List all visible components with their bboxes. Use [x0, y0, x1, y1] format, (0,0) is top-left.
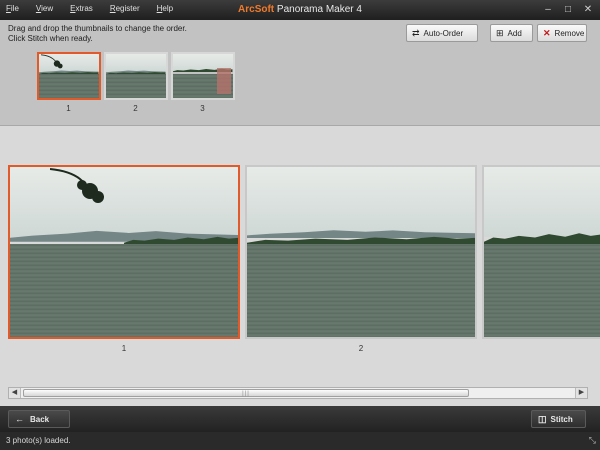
window-controls: – □ ✕ [536, 3, 596, 16]
thumbnail-1[interactable] [36, 52, 101, 100]
photo-item[interactable]: 1 [8, 165, 240, 353]
add-icon: ⊞ [496, 27, 504, 38]
thumbnail-item[interactable]: 3 [169, 52, 236, 113]
title-bar: File View Extras Register Help ArcSoft P… [0, 0, 600, 20]
resize-grip-icon[interactable]: ⤡ [589, 435, 596, 446]
stitch-icon: ◫ [538, 413, 547, 424]
scroll-right-icon[interactable]: ▶ [575, 388, 587, 398]
thumbnail-panel: Drag and drop the thumbnails to change t… [0, 20, 600, 126]
minimize-button[interactable]: – [540, 3, 556, 16]
tree-branch-icon [50, 168, 104, 203]
auto-order-icon: ⇄ [412, 27, 420, 38]
remove-label: Remove [554, 28, 585, 38]
remove-button[interactable]: ✕ Remove [537, 24, 587, 42]
status-text: 3 photo(s) loaded. [6, 436, 71, 445]
instructions: Drag and drop the thumbnails to change t… [8, 24, 187, 44]
scroll-left-icon[interactable]: ◀ [9, 388, 21, 398]
stitch-button[interactable]: ◫ Stitch [531, 410, 586, 428]
photo-item[interactable]: 2 [245, 165, 477, 353]
back-button[interactable]: ← Back [8, 410, 70, 428]
close-button[interactable]: ✕ [580, 3, 596, 16]
tree-branch-icon [40, 54, 63, 69]
thumbnail-item[interactable]: 1 [35, 52, 102, 113]
photo-label: 1 [121, 344, 127, 353]
photo-3[interactable] [482, 165, 600, 339]
maximize-button[interactable]: □ [560, 3, 576, 16]
app-title-brand: ArcSoft [238, 4, 275, 15]
thumbnail-item[interactable]: 2 [102, 52, 169, 113]
app-title: ArcSoft Panorama Maker 4 [0, 4, 600, 15]
thumbnail-label: 2 [133, 104, 138, 113]
auto-order-button[interactable]: ⇄ Auto-Order [406, 24, 478, 42]
scrollbar-thumb[interactable]: ||| [23, 389, 469, 397]
photo-2[interactable] [245, 165, 477, 339]
thumbnail-strip: 1 2 3 [35, 52, 236, 113]
remove-icon: ✕ [543, 27, 551, 38]
instruction-line-2: Click Stitch when ready. [8, 34, 93, 43]
photo-label: 2 [358, 344, 364, 353]
thumbnail-2[interactable] [103, 52, 168, 100]
navigation-bar: ← Back ◫ Stitch [0, 406, 600, 432]
stitch-label: Stitch [550, 414, 573, 424]
thumbnail-label: 1 [66, 104, 71, 113]
auto-order-label: Auto-Order [423, 28, 464, 38]
app-title-name: Panorama Maker 4 [274, 4, 362, 15]
arrow-left-icon: ← [15, 414, 24, 424]
status-bar: 3 photo(s) loaded. ⤡ [0, 432, 600, 450]
photo-1[interactable] [8, 165, 240, 339]
people-figure [216, 68, 231, 94]
back-label: Back [30, 414, 50, 424]
add-button[interactable]: ⊞ Add [490, 24, 533, 42]
photo-item[interactable] [482, 165, 600, 344]
thumbnail-label: 3 [200, 104, 205, 113]
photo-strip: 1 2 [0, 127, 600, 383]
instruction-line-1: Drag and drop the thumbnails to change t… [8, 24, 187, 33]
horizontal-scrollbar[interactable]: ◀ ||| ▶ [8, 387, 588, 399]
grip-icon: ||| [242, 391, 250, 397]
thumbnail-3[interactable] [170, 52, 235, 100]
add-label: Add [507, 28, 522, 38]
